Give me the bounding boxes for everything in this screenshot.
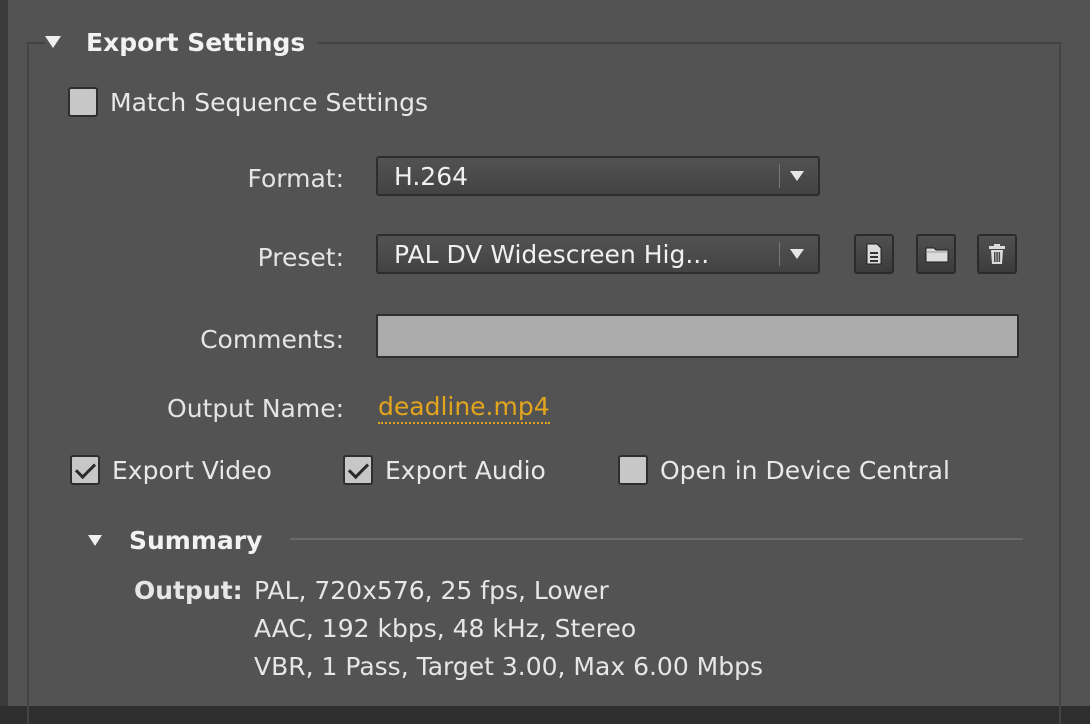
comments-field[interactable] bbox=[376, 314, 1019, 358]
export-video-label: Export Video bbox=[112, 455, 272, 485]
output-name-link[interactable]: deadline.mp4 bbox=[378, 392, 550, 424]
summary-title: Summary bbox=[129, 525, 263, 555]
comments-label: Comments: bbox=[200, 325, 344, 354]
format-value: H.264 bbox=[394, 161, 469, 191]
preset-dropdown[interactable]: PAL DV Widescreen Hig... bbox=[376, 234, 820, 274]
summary-divider bbox=[290, 538, 1023, 540]
summary-line: AAC, 192 kbps, 48 kHz, Stereo bbox=[254, 614, 637, 643]
dropdown-separator bbox=[779, 242, 780, 266]
panel-edge bbox=[0, 0, 8, 706]
match-sequence-label: Match Sequence Settings bbox=[110, 87, 429, 117]
delete-preset-icon bbox=[989, 244, 1005, 264]
device-central-label: Open in Device Central bbox=[660, 455, 950, 485]
save-preset-icon bbox=[866, 243, 882, 265]
chevron-down-icon bbox=[790, 171, 804, 181]
save-preset-button[interactable] bbox=[854, 234, 894, 274]
export-video-row[interactable]: Export Video bbox=[70, 455, 272, 485]
summary-line: PAL, 720x576, 25 fps, Lower bbox=[254, 576, 609, 605]
format-dropdown[interactable]: H.264 bbox=[376, 156, 820, 196]
delete-preset-button[interactable] bbox=[977, 234, 1017, 274]
device-central-checkbox[interactable] bbox=[618, 455, 648, 485]
summary-header[interactable]: Summary bbox=[88, 523, 283, 557]
export-audio-label: Export Audio bbox=[385, 455, 546, 485]
device-central-row[interactable]: Open in Device Central bbox=[618, 455, 950, 485]
export-audio-row[interactable]: Export Audio bbox=[343, 455, 546, 485]
preset-label: Preset: bbox=[257, 243, 344, 272]
export-video-checkbox[interactable] bbox=[70, 455, 100, 485]
export-audio-checkbox[interactable] bbox=[343, 455, 373, 485]
export-settings-panel: Export Settings Match Sequence Settings … bbox=[0, 0, 1090, 724]
preset-value: PAL DV Widescreen Hig... bbox=[394, 239, 710, 269]
dropdown-separator bbox=[779, 164, 780, 188]
export-settings-header[interactable]: Export Settings bbox=[45, 24, 318, 60]
summary-line: VBR, 1 Pass, Target 3.00, Max 6.00 Mbps bbox=[254, 652, 764, 681]
chevron-down-icon bbox=[790, 249, 804, 259]
match-sequence-settings-row[interactable]: Match Sequence Settings bbox=[68, 87, 428, 117]
collapse-triangle-icon[interactable] bbox=[88, 534, 102, 546]
summary-output-label: Output: bbox=[134, 576, 243, 605]
collapse-triangle-icon[interactable] bbox=[45, 36, 61, 48]
match-sequence-checkbox[interactable] bbox=[68, 87, 98, 117]
output-name-label: Output Name: bbox=[167, 394, 344, 423]
import-preset-button[interactable] bbox=[916, 234, 956, 274]
import-preset-icon bbox=[925, 247, 949, 263]
format-label: Format: bbox=[247, 164, 344, 193]
export-settings-title: Export Settings bbox=[86, 27, 306, 57]
